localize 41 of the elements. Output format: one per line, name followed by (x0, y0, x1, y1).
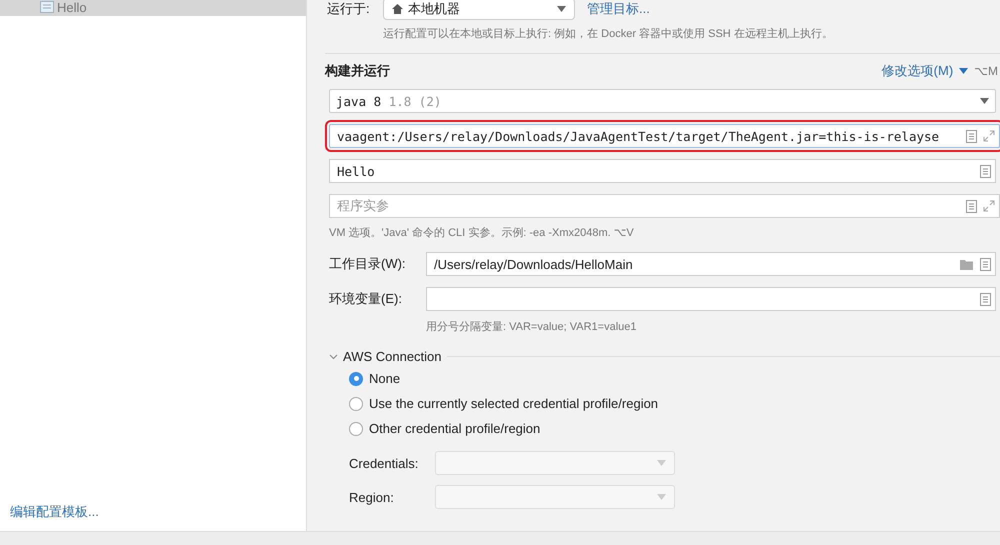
chevron-icon[interactable] (329, 354, 338, 360)
caret-icon (980, 98, 989, 104)
radio-label: Other credential profile/region (369, 421, 540, 436)
caret-icon (657, 494, 666, 500)
document-icon[interactable] (966, 200, 977, 212)
working-directory-label: 工作目录(W): (329, 255, 407, 273)
group-title: AWS Connection (343, 349, 442, 364)
expand-icon[interactable] (983, 200, 995, 212)
document-icon[interactable] (980, 292, 991, 306)
working-directory-field[interactable]: /Users/relay/Downloads/HelloMain (426, 252, 996, 276)
run-target-dropdown[interactable]: 本地机器 (383, 0, 575, 20)
main-class-field[interactable]: Hello (329, 159, 996, 183)
jdk-dropdown[interactable]: java 8 1.8 (2) (329, 89, 996, 113)
document-icon[interactable] (980, 164, 991, 178)
document-icon[interactable] (966, 130, 977, 142)
caret-icon (959, 68, 968, 74)
run-on-hint: 运行配置可以在本地或目标上执行: 例如，在 Docker 容器中或使用 SSH 在远程主机上执行。 (383, 26, 834, 41)
vm-options-hint: VM 选项。'Java' 命令的 CLI 实参。示例: -ea -Xmx2048m. ⌥V (329, 226, 635, 240)
caret-icon (657, 460, 666, 466)
caret-icon (557, 6, 566, 12)
document-icon[interactable] (980, 258, 991, 270)
radio-button[interactable] (349, 396, 363, 410)
modify-options-link[interactable]: 修改选项(M) (882, 62, 954, 80)
manage-targets-link[interactable]: 管理目标... (587, 0, 650, 18)
environment-variables-hint: 用分号分隔变量: VAR=value; VAR1=value1 (426, 320, 638, 334)
field-label: Credentials: (349, 456, 420, 470)
radio-label: None (369, 371, 400, 386)
expand-icon[interactable] (983, 130, 995, 142)
home-icon (392, 4, 403, 14)
environment-variables-field[interactable] (426, 287, 996, 311)
class-file-icon (40, 1, 54, 13)
radio-label: Use the currently selected credential profile/region (369, 396, 658, 411)
radio-button[interactable] (349, 422, 363, 436)
section-title: 构建并运行 (325, 62, 390, 80)
shortcut-hint: ⌥M (974, 64, 998, 78)
folder-icon[interactable] (960, 258, 974, 270)
environment-variables-label: 环境变量(E): (329, 290, 403, 308)
edit-templates-link[interactable]: 编辑配置模板... (10, 504, 99, 519)
field-label: Region: (349, 490, 395, 504)
run-on-label: 运行于: (327, 0, 371, 18)
radio-button[interactable] (349, 372, 363, 386)
